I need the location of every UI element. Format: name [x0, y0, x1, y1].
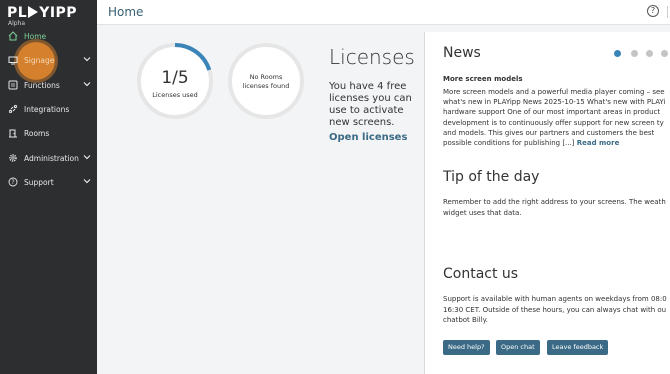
sidebar-item-integrations[interactable]: Integrations	[0, 99, 97, 119]
chevron-down-icon	[83, 55, 91, 65]
news-headline: More screen models	[443, 75, 523, 83]
chevron-down-icon	[83, 80, 91, 90]
rooms-icon	[8, 128, 18, 138]
licenses-description: You have 4 free licenses you can use to …	[329, 81, 412, 128]
rooms-licenses-label-line1: No Rooms	[249, 73, 283, 81]
sidebar-item-signage[interactable]: Signage	[0, 50, 97, 70]
sidebar-item-support[interactable]: ? Support	[0, 172, 97, 192]
news-body-line: possible conditions for publishing [...]…	[443, 139, 620, 147]
news-title: News	[443, 45, 481, 61]
sidebar-item-label: Functions	[24, 80, 60, 90]
chevron-down-icon	[83, 177, 91, 187]
contact-body-line: 16:30 CET. Outside of these hours, you c…	[443, 306, 667, 314]
info-column: News More screen models More screen mode…	[425, 32, 670, 374]
sidebar-item-rooms[interactable]: Rooms	[0, 123, 97, 143]
open-licenses-link[interactable]: Open licenses	[329, 132, 407, 143]
sidebar-item-label: Administration	[24, 153, 79, 163]
sidebar: PL YIPP Alpha Home Signage Functions Inte…	[0, 0, 97, 374]
app-logo[interactable]: PL YIPP	[7, 5, 77, 21]
sidebar-item-home[interactable]: Home	[0, 26, 97, 46]
news-body-line: development is to continuously offer sup…	[443, 119, 664, 127]
sidebar-item-label: Rooms	[24, 128, 50, 138]
chevron-down-icon	[83, 153, 91, 163]
gear-icon	[8, 153, 18, 163]
signage-icon	[8, 55, 18, 65]
header-divider	[667, 6, 668, 18]
top-header: Home ?	[97, 0, 670, 25]
carousel-dot-3[interactable]	[646, 50, 653, 57]
help-icon: ?	[8, 177, 18, 187]
leave-feedback-button[interactable]: Leave feedback	[547, 340, 609, 355]
news-body-line: hardware support One of our most importa…	[443, 108, 661, 116]
sidebar-item-label: Integrations	[24, 104, 70, 114]
sidebar-item-functions[interactable]: Functions	[0, 75, 97, 95]
news-body-line: what's new in PLAYipp News 2025-10-15 Wh…	[443, 98, 666, 106]
contact-body-line: chatbot Billy.	[443, 316, 489, 324]
news-body-line: and models. This gives our partners and …	[443, 129, 655, 137]
licenses-title: Licenses	[329, 45, 415, 69]
tip-title: Tip of the day	[443, 169, 540, 185]
sidebar-item-label: Home	[24, 31, 47, 41]
contact-body-line: Support is available with human agents o…	[443, 295, 667, 303]
licenses-used-label: Licenses used	[152, 91, 198, 99]
carousel-dot-2[interactable]	[631, 50, 638, 57]
tip-body-line: widget uses that data.	[443, 209, 522, 217]
contact-title: Contact us	[443, 266, 519, 282]
help-button[interactable]: ?	[647, 5, 659, 17]
news-body-line: More screen models and a powerful media …	[443, 88, 665, 96]
carousel-dot-4[interactable]	[661, 50, 668, 57]
carousel-dot-1[interactable]	[614, 50, 621, 57]
open-chat-button[interactable]: Open chat	[496, 340, 540, 355]
licenses-used-value: 1/5	[161, 68, 189, 88]
rooms-licenses-label-line2: licenses found	[242, 82, 290, 90]
need-help-button[interactable]: Need help?	[443, 340, 490, 355]
integrations-icon	[8, 104, 18, 114]
page-title: Home	[108, 5, 144, 19]
svg-text:?: ?	[11, 179, 14, 186]
functions-icon	[8, 80, 18, 90]
sidebar-item-administration[interactable]: Administration	[0, 148, 97, 168]
tip-body-line: Remember to add the right address to you…	[443, 198, 666, 206]
licenses-panel: 1/5 Licenses used No Rooms licenses foun…	[110, 32, 422, 372]
read-more-link[interactable]: Read more	[577, 139, 620, 147]
sidebar-item-label: Support	[24, 177, 54, 187]
home-icon	[8, 31, 18, 41]
sidebar-item-label: Signage	[24, 55, 55, 65]
